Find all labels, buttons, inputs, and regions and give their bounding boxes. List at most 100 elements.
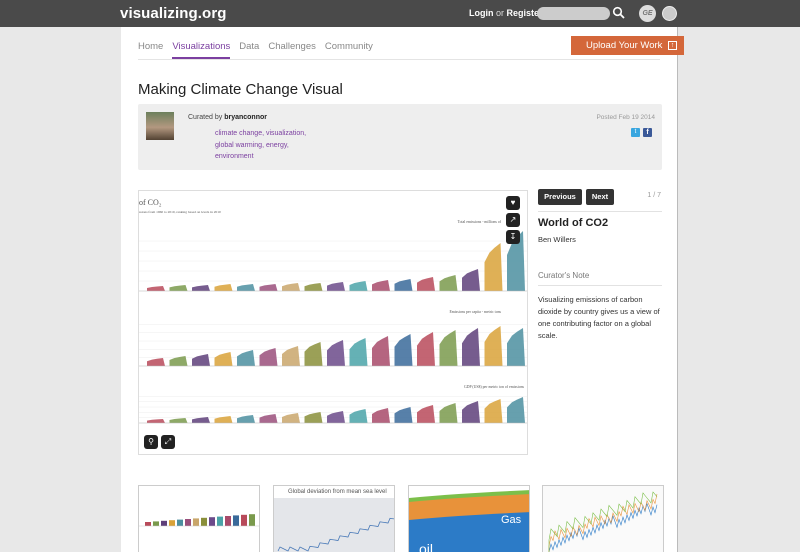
viz-area: [169, 418, 188, 423]
site-logo[interactable]: visualizing.org: [120, 5, 227, 22]
viz-area: [147, 358, 165, 366]
nav-challenges[interactable]: Challenges: [268, 41, 316, 59]
tag-list[interactable]: climate change, visualization, global wa…: [215, 128, 320, 163]
viz-area: [484, 326, 503, 366]
viz-area: [462, 328, 480, 366]
posted-date: Posted Feb 19 2014: [596, 114, 655, 121]
nav-data[interactable]: Data: [239, 41, 259, 59]
curators-note-heading: Curator's Note: [538, 271, 590, 280]
viz-area: [282, 283, 300, 291]
thumb1-bar: [233, 515, 239, 526]
search-input[interactable]: [537, 7, 610, 20]
visualization-image[interactable]: of CO₂ ssions from 1960 to 2010, ranking …: [138, 190, 528, 455]
page-title: Making Climate Change Visual: [138, 81, 343, 98]
search-icon[interactable]: [612, 6, 626, 20]
nav-community[interactable]: Community: [325, 41, 373, 59]
work-title: World of CO2: [538, 217, 609, 229]
viz-area: [304, 283, 323, 291]
thumb1-bar: [225, 516, 231, 526]
nav-visualizations[interactable]: Visualizations: [172, 41, 231, 59]
thumb1-bar: [153, 521, 159, 526]
previous-button[interactable]: Previous: [538, 189, 582, 205]
content-page: Home Visualizations Data Challenges Comm…: [121, 27, 678, 552]
panel-divider: [538, 211, 662, 212]
thumbnail-1-chart: [139, 514, 259, 527]
viz-area: [372, 336, 390, 366]
viz-subtitle: ssions from 1960 to 2010, ranking based …: [139, 210, 221, 215]
curator-avatar[interactable]: [146, 112, 174, 140]
thumbnail-4[interactable]: [542, 485, 664, 552]
thumb1-bar: [161, 520, 167, 526]
facebook-icon[interactable]: f: [643, 128, 652, 137]
download-icon[interactable]: ↧: [506, 230, 520, 244]
viz-area: [147, 286, 165, 291]
viz-area: [214, 284, 233, 291]
thumb2-background: [274, 498, 394, 552]
thumbnail-3-oil-label: oil: [419, 541, 434, 552]
user-avatar[interactable]: [662, 6, 677, 21]
thumbnail-2-chart: [274, 498, 394, 552]
thumb1-bar: [145, 522, 151, 526]
viz-area: [372, 280, 390, 291]
fullscreen-icon[interactable]: ⤢: [161, 435, 175, 449]
viz-area: [169, 285, 188, 291]
heart-icon[interactable]: ♥: [506, 196, 520, 210]
pager: 1 / 7: [647, 192, 661, 199]
thumb1-bar: [241, 514, 247, 526]
viz-area: [349, 338, 368, 366]
curator-name[interactable]: bryanconnor: [224, 114, 267, 121]
viz-area: [394, 334, 413, 366]
thumb1-bar: [169, 520, 175, 526]
upload-label: Upload Your Work: [586, 40, 663, 51]
viz-area: [484, 399, 503, 423]
thumb1-bar: [249, 514, 255, 526]
thumb4-background: [543, 486, 663, 552]
share-icon[interactable]: ↗: [506, 213, 520, 227]
zoom-icon[interactable]: ⚲: [144, 435, 158, 449]
viz-area: [147, 419, 165, 423]
nav-home[interactable]: Home: [138, 41, 163, 59]
viz-title: of CO₂: [139, 198, 162, 207]
thumbnail-4-chart: [543, 486, 663, 552]
upload-icon: ↑: [668, 41, 677, 50]
viz-area: [304, 342, 323, 366]
viz-area: [237, 350, 255, 366]
auth-links: Login or Register: [469, 8, 543, 18]
viz-area: [349, 281, 368, 291]
viz-area: [439, 275, 458, 291]
thumbnail-3[interactable]: Gas oil: [408, 485, 530, 552]
viz-area: [484, 243, 503, 291]
co2-visualization: of CO₂ ssions from 1960 to 2010, ranking …: [139, 198, 527, 424]
thumb1-bar: [193, 518, 199, 526]
viz-area: [237, 415, 255, 423]
login-link[interactable]: Login: [469, 8, 494, 18]
viz-area: [214, 352, 233, 366]
curators-note-body: Visualizing emissions of carbon dioxide …: [538, 295, 660, 340]
viz-area: [237, 284, 255, 291]
curator-box: Curated by bryanconnor Posted Feb 19 201…: [138, 104, 662, 170]
viz-area: [417, 332, 435, 366]
viz-area: [282, 413, 300, 423]
twitter-icon[interactable]: t: [631, 128, 640, 137]
thumb1-bar: [217, 516, 223, 526]
viz-area: [349, 409, 368, 423]
thumbnail-1[interactable]: [138, 485, 260, 552]
upload-your-work-button[interactable]: Upload Your Work ↑: [571, 36, 684, 55]
next-button[interactable]: Next: [586, 189, 614, 205]
work-author[interactable]: Ben Willers: [538, 235, 576, 244]
viz-area: [259, 348, 278, 366]
curated-by: Curated by bryanconnor: [188, 114, 267, 121]
thumb1-bar: [209, 517, 215, 526]
thumbnail-3-gas-label: Gas: [501, 514, 522, 526]
viz-panel1-label: Total emissions - millions of: [458, 220, 502, 224]
note-divider: [538, 285, 662, 286]
viz-area: [327, 340, 345, 366]
viz-area: [462, 401, 480, 423]
viz-area: [192, 354, 210, 366]
nav-divider: [138, 59, 660, 60]
thumbnail-2[interactable]: Global deviation from mean sea level: [273, 485, 395, 552]
viz-area: [372, 408, 390, 423]
partner-logo[interactable]: GE: [639, 5, 656, 22]
viz-area: [417, 405, 435, 423]
viz-area: [192, 285, 210, 291]
